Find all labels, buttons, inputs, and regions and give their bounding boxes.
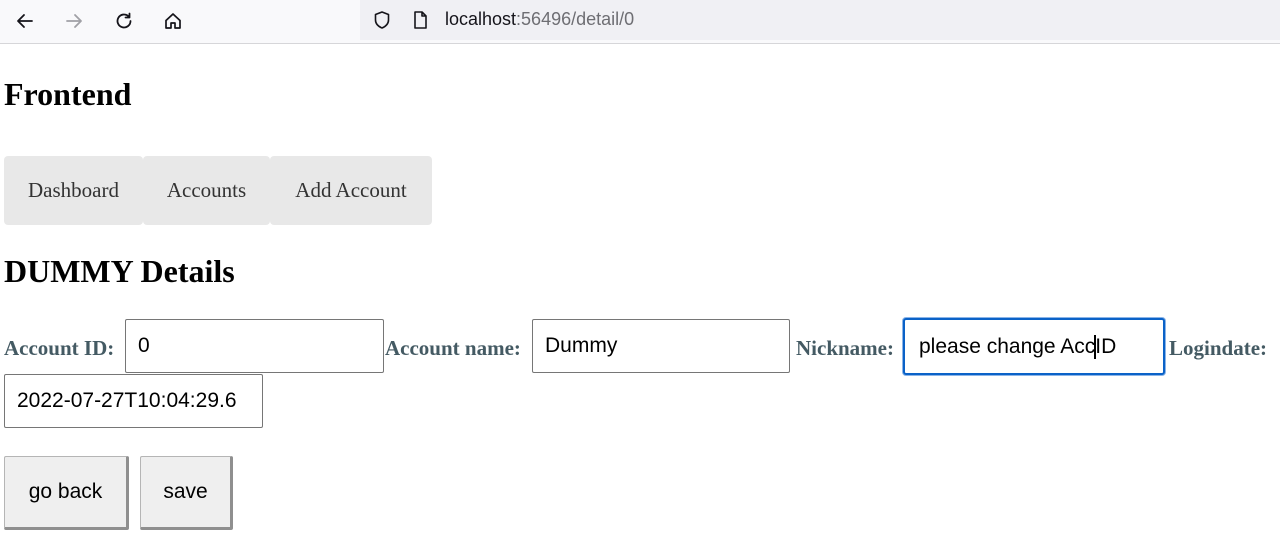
reload-icon[interactable] (109, 6, 139, 36)
nickname-text-after-caret: ID (1095, 334, 1117, 358)
account-id-label: Account ID: (4, 336, 115, 360)
go-back-button[interactable]: go back (4, 456, 129, 530)
home-icon[interactable] (158, 6, 188, 36)
url-text[interactable]: localhost:56496/detail/0 (445, 9, 634, 30)
save-button[interactable]: save (140, 456, 233, 530)
nav-dashboard[interactable]: Dashboard (4, 156, 143, 225)
account-name-input[interactable]: Dummy (532, 319, 790, 373)
url-host: localhost (445, 9, 517, 29)
logindate-input[interactable]: 2022-07-27T10:04:29.6 (4, 374, 263, 428)
shield-icon[interactable] (372, 10, 392, 30)
nickname-text-before-caret: please change Acc (919, 334, 1096, 358)
forward-arrow-icon[interactable] (59, 6, 89, 36)
logindate-label: Logindate: (1169, 336, 1268, 360)
account-id-input[interactable]: 0 (125, 319, 384, 373)
detail-heading: DUMMY Details (4, 253, 235, 289)
url-path: :56496/detail/0 (516, 9, 635, 29)
back-arrow-icon[interactable] (10, 6, 40, 36)
account-name-label: Account name: (385, 336, 521, 360)
nav-accounts[interactable]: Accounts (143, 156, 270, 225)
nav-add-account[interactable]: Add Account (270, 156, 432, 225)
page-icon[interactable] (410, 10, 430, 30)
browser-toolbar: localhost:56496/detail/0 (0, 0, 1280, 44)
nickname-label: Nickname: (796, 336, 894, 360)
main-nav: Dashboard Accounts Add Account (4, 156, 432, 225)
page-title: Frontend (4, 76, 132, 112)
nickname-input[interactable]: please change Acc ID (903, 318, 1165, 375)
